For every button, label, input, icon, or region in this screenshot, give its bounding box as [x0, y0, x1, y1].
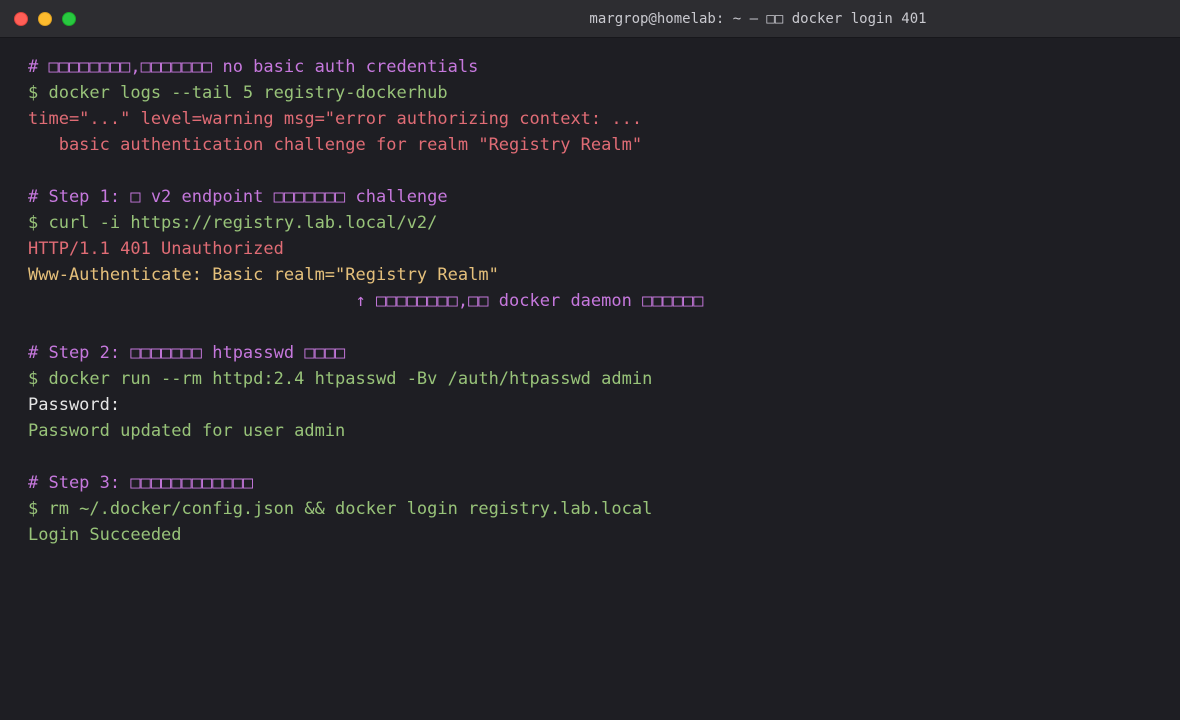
terminal-window: margrop@homelab: ~ — □□ docker login 401… [0, 0, 1180, 720]
error-output-line: time="..." level=warning msg="error auth… [28, 109, 643, 129]
command-line: $ rm ~/.docker/config.json && docker log… [28, 499, 653, 519]
success-output-line: Login Succeeded [28, 525, 182, 545]
comment-line: # □□□□□□□□,□□□□□□□ no basic auth credent… [28, 57, 479, 77]
command-line: $ docker logs --tail 5 registry-dockerhu… [28, 83, 448, 103]
comment-line: # Step 1: □ v2 endpoint □□□□□□□ challeng… [28, 187, 448, 207]
title-bar: margrop@homelab: ~ — □□ docker login 401 [0, 0, 1180, 38]
error-output-line: basic authentication challenge for realm… [28, 135, 643, 155]
http-status-line: HTTP/1.1 401 Unauthorized [28, 239, 284, 259]
output-line: Password: [28, 395, 121, 415]
terminal-output[interactable]: # □□□□□□□□,□□□□□□□ no basic auth credent… [28, 54, 1160, 548]
output-line: Password updated for user admin [28, 421, 346, 441]
command-line: $ curl -i https://registry.lab.local/v2/ [28, 213, 438, 233]
comment-line: # Step 3: □□□□□□□□□□□□ [28, 473, 254, 493]
window-title: margrop@homelab: ~ — □□ docker login 401 [589, 11, 927, 27]
command-line: $ docker run --rm httpd:2.4 htpasswd -Bv… [28, 369, 653, 389]
annotation-line: ↑ □□□□□□□□,□□ docker daemon □□□□□□ [28, 291, 704, 311]
comment-line: # Step 2: □□□□□□□ htpasswd □□□□ [28, 343, 346, 363]
http-header-line: Www-Authenticate: Basic realm="Registry … [28, 265, 499, 285]
